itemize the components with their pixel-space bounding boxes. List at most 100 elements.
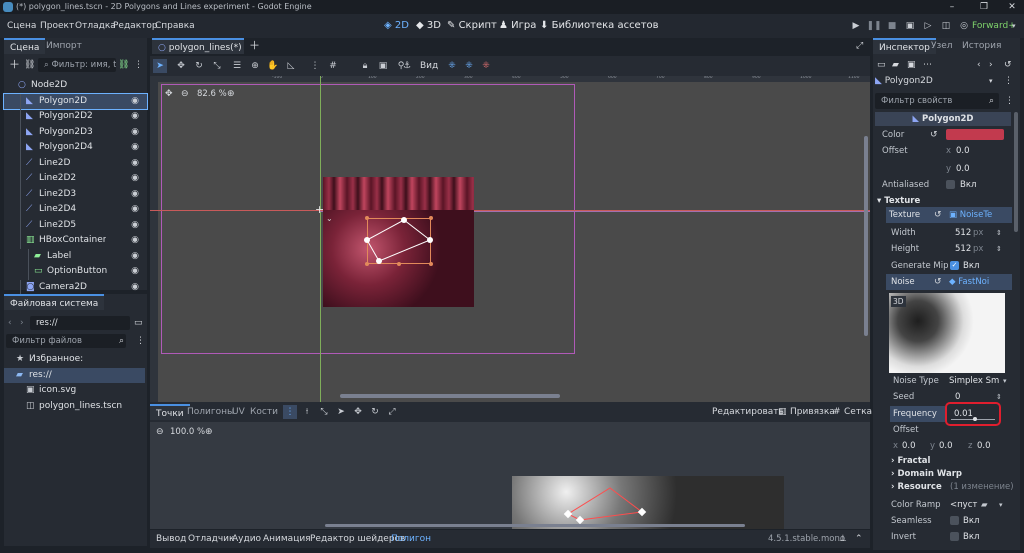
close-button[interactable]: ✕: [1000, 0, 1024, 14]
renderer-select[interactable]: Forward+: [972, 18, 1016, 34]
instance-scene-icon[interactable]: ⛓: [118, 58, 129, 72]
visibility-eye-icon[interactable]: ◉: [131, 218, 139, 234]
node-docs-icon[interactable]: ⋮: [1004, 74, 1013, 88]
tree-node-line2d[interactable]: ⟋ Line2D ◉: [4, 155, 147, 172]
rotate-tool-icon[interactable]: ↻: [192, 59, 206, 73]
uv-polygon[interactable]: [560, 480, 650, 529]
forward-icon[interactable]: ›: [989, 58, 993, 72]
visibility-eye-icon[interactable]: ◉: [131, 264, 139, 280]
add-node-icon[interactable]: ＋: [9, 58, 20, 72]
movie-maker-icon[interactable]: ◎: [956, 18, 972, 34]
file-filter-input[interactable]: Фильтр файлов: [6, 334, 126, 348]
offset-x-input[interactable]: 0.0: [956, 143, 970, 159]
tab-history[interactable]: История: [956, 38, 1007, 54]
viewport-2d[interactable]: -100 0 100 200 300 400 500 600 700 800 900 1000 1100…: [150, 76, 870, 402]
back-icon[interactable]: ‹: [977, 58, 981, 72]
view-menu[interactable]: Вид: [420, 59, 438, 73]
zoom-out-icon[interactable]: ⊖: [156, 426, 164, 438]
revert-icon[interactable]: ↺: [930, 127, 938, 143]
tab-animation[interactable]: Анимация: [263, 532, 311, 546]
pan-tool-icon[interactable]: ✋: [266, 59, 280, 73]
uv-zoom-level[interactable]: 100.0 %: [170, 426, 205, 438]
grid-snap-icon[interactable]: #: [326, 59, 340, 73]
inspector-scrollbar[interactable]: [1014, 112, 1018, 232]
pin-icon[interactable]: ⊥: [839, 532, 847, 546]
uv-canvas[interactable]: ⊖ 100.0 % ⊕: [150, 422, 870, 529]
play-custom-icon[interactable]: ◫: [938, 18, 954, 34]
chevron-down-icon[interactable]: ⌄: [326, 214, 333, 223]
visibility-eye-icon[interactable]: ◉: [131, 109, 139, 125]
maximize-button[interactable]: ❐: [972, 0, 996, 14]
visibility-eye-icon[interactable]: ◉: [131, 202, 139, 218]
menu-editor[interactable]: Редактор: [113, 14, 158, 38]
remote-debug-icon[interactable]: ▣: [902, 18, 918, 34]
spin-icon[interactable]: ⇕: [996, 225, 1002, 241]
seamless-checkbox[interactable]: [950, 516, 959, 525]
tree-node-line2d5[interactable]: ⟋ Line2D5 ◉: [4, 217, 147, 234]
tree-node-camera2d[interactable]: ◙ Camera2D ◉: [4, 279, 147, 296]
scale-points-icon[interactable]: ⤡: [317, 405, 331, 419]
width-input[interactable]: 512: [955, 225, 971, 241]
history-icon[interactable]: ↺: [1004, 58, 1012, 72]
viewport-v-scrollbar[interactable]: [864, 136, 868, 336]
noise-resource-picker[interactable]: ◆ FastNoi: [949, 274, 1007, 290]
ruler-tool-icon[interactable]: ◺: [284, 59, 298, 73]
antialiased-checkbox[interactable]: [946, 180, 955, 189]
play-scene-icon[interactable]: ▷: [920, 18, 936, 34]
noise-offset-x-input[interactable]: 0.0: [902, 438, 916, 454]
stop-icon[interactable]: ■: [884, 18, 900, 34]
edit-points-icon[interactable]: ⋮: [283, 405, 297, 419]
tree-node-line2d4[interactable]: ⟋ Line2D4 ◉: [4, 202, 147, 218]
link-icon[interactable]: ⛓: [24, 58, 35, 72]
tree-node-polygon2d4[interactable]: ◣ Polygon2D4 ◉: [4, 140, 147, 156]
tree-node-polygon2d[interactable]: ◣ Polygon2D ◉: [3, 92, 148, 110]
menu-project[interactable]: Проект: [40, 14, 74, 38]
tree-node-polygon2d3[interactable]: ◣ Polygon2D3 ◉: [4, 124, 147, 140]
generate-mip-checkbox[interactable]: ✓: [950, 261, 959, 270]
split-view-icon[interactable]: ▭: [134, 316, 143, 330]
open-resource-icon[interactable]: ▰: [892, 58, 899, 72]
visibility-eye-icon[interactable]: ◉: [131, 280, 139, 296]
property-filter-input[interactable]: Фильтр свойств: [875, 93, 999, 109]
scene-filter-input[interactable]: ⌕ Фильтр: имя, t: [38, 58, 116, 72]
tab-debugger[interactable]: Отладчик: [188, 532, 234, 546]
keyframe-rot-icon[interactable]: ⁜: [462, 59, 476, 73]
distraction-free-icon[interactable]: ⤢: [856, 38, 863, 54]
scale-tool-icon[interactable]: ⤡: [210, 59, 224, 73]
tree-node-line2d2[interactable]: ⟋ Line2D2 ◉: [4, 171, 147, 187]
minimize-button[interactable]: –: [940, 0, 964, 14]
file-item[interactable]: ★ Избранное:: [4, 352, 145, 368]
section-resource[interactable]: › Resource: [891, 479, 942, 495]
visibility-eye-icon[interactable]: ◉: [131, 140, 139, 156]
list-tool-icon[interactable]: ☰: [230, 59, 244, 73]
revert-icon[interactable]: ↺: [934, 274, 942, 290]
visibility-eye-icon[interactable]: ◉: [131, 171, 139, 187]
snap-tool-icon[interactable]: ⋮: [308, 59, 322, 73]
lock-icon[interactable]: 🔒︎: [358, 59, 372, 73]
offset-y-input[interactable]: 0.0: [956, 161, 970, 177]
pivot-tool-icon[interactable]: ⊕: [248, 59, 262, 73]
menu-help[interactable]: Справка: [155, 14, 195, 38]
badge-3d[interactable]: 3D: [891, 296, 906, 307]
color-ramp-picker[interactable]: <пуст: [950, 497, 984, 513]
texture-resource-picker[interactable]: ▣ NoiseTe: [949, 207, 1007, 223]
edit-menu[interactable]: Редактировать: [712, 405, 784, 419]
tab-filesystem[interactable]: Файловая система: [4, 294, 105, 310]
noise-offset-y-input[interactable]: 0.0: [939, 438, 953, 454]
tab-bones[interactable]: Кости: [244, 404, 284, 420]
select-points-icon[interactable]: ➤: [334, 405, 348, 419]
new-resource-icon[interactable]: ▭: [877, 58, 886, 72]
tab-audio[interactable]: Аудио: [232, 532, 261, 546]
file-item[interactable]: ◫ polygon_lines.tscn: [4, 399, 145, 415]
noise-type-select[interactable]: Simplex Sm: [949, 373, 1001, 389]
visibility-eye-icon[interactable]: ◉: [131, 156, 139, 172]
frequency-slider-handle[interactable]: [973, 417, 977, 421]
load-icon[interactable]: ▰: [981, 497, 988, 513]
play-icon[interactable]: ▶: [848, 18, 864, 34]
workspace-2d[interactable]: ◈ 2D: [380, 18, 413, 34]
add-tab-icon[interactable]: ＋: [249, 38, 260, 54]
snap-toggle[interactable]: Привязка: [790, 405, 835, 419]
object-menu-icon[interactable]: ⋯: [923, 58, 932, 72]
menu-dots-icon[interactable]: ⋮: [136, 334, 145, 348]
tab-polygon-lines[interactable]: ○ polygon_lines(*) ✕: [152, 38, 244, 54]
